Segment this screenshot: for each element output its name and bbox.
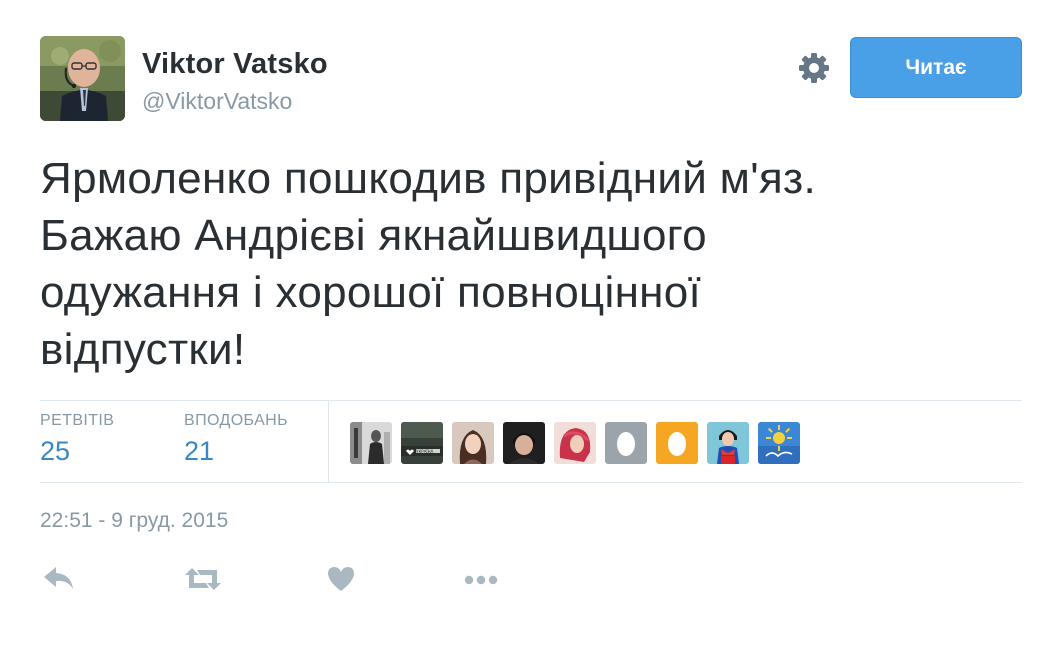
tweet-text-line: відпустки! [40, 325, 246, 374]
tweet-text: Ярмоленко пошкодив привідний м'яз. Бажаю… [40, 150, 1000, 378]
reply-icon[interactable] [42, 562, 76, 596]
liker-avatar[interactable] [758, 422, 800, 464]
liker-avatar[interactable] [350, 422, 392, 464]
tweet-header: Viktor Vatsko @ViktorVatsko Читає [40, 36, 1022, 124]
retweets-stat[interactable]: РЕТВІТІВ 25 [40, 412, 114, 467]
heart-icon[interactable] [326, 562, 356, 596]
liker-avatar[interactable]: УКРАЇНА [401, 422, 443, 464]
retweet-icon[interactable] [184, 562, 222, 596]
tweet-timestamp[interactable]: 22:51 - 9 груд. 2015 [40, 509, 228, 533]
user-name[interactable]: Viktor Vatsko [142, 48, 328, 81]
user-handle[interactable]: @ViktorVatsko [142, 88, 292, 115]
retweets-label: РЕТВІТІВ [40, 412, 115, 429]
liker-avatar[interactable] [707, 422, 749, 464]
liker-avatar[interactable] [503, 422, 545, 464]
follow-button[interactable]: Читає [850, 37, 1022, 98]
liker-avatar[interactable] [554, 422, 596, 464]
tweet-text-line: Бажаю Андрієві якнайшвидшого [40, 211, 707, 260]
tweet-card: Viktor Vatsko @ViktorVatsko Читає Ярмоле… [0, 0, 1052, 649]
liker-avatar-default-egg[interactable] [605, 422, 647, 464]
likes-stat[interactable]: ВПОДОБАНЬ 21 [184, 412, 288, 467]
tweet-text-line: одужання і хорошої повноцінної [40, 268, 702, 317]
liker-avatar[interactable] [452, 422, 494, 464]
likes-count: 21 [184, 436, 215, 466]
likes-label: ВПОДОБАНЬ [184, 412, 289, 429]
retweets-count: 25 [40, 436, 71, 466]
liker-avatar-default-egg[interactable] [656, 422, 698, 464]
stats-separator [328, 401, 329, 482]
avatar[interactable] [40, 36, 125, 121]
tweet-text-line: Ярмоленко пошкодив привідний м'яз. [40, 154, 817, 203]
gear-icon[interactable] [796, 50, 832, 86]
more-icon[interactable] [462, 562, 500, 596]
liker-avatar-text: УКРАЇНА [416, 449, 434, 454]
divider [40, 482, 1022, 483]
tweet-stats: РЕТВІТІВ 25 ВПОДОБАНЬ 21 УКРАЇНА [40, 401, 1022, 482]
